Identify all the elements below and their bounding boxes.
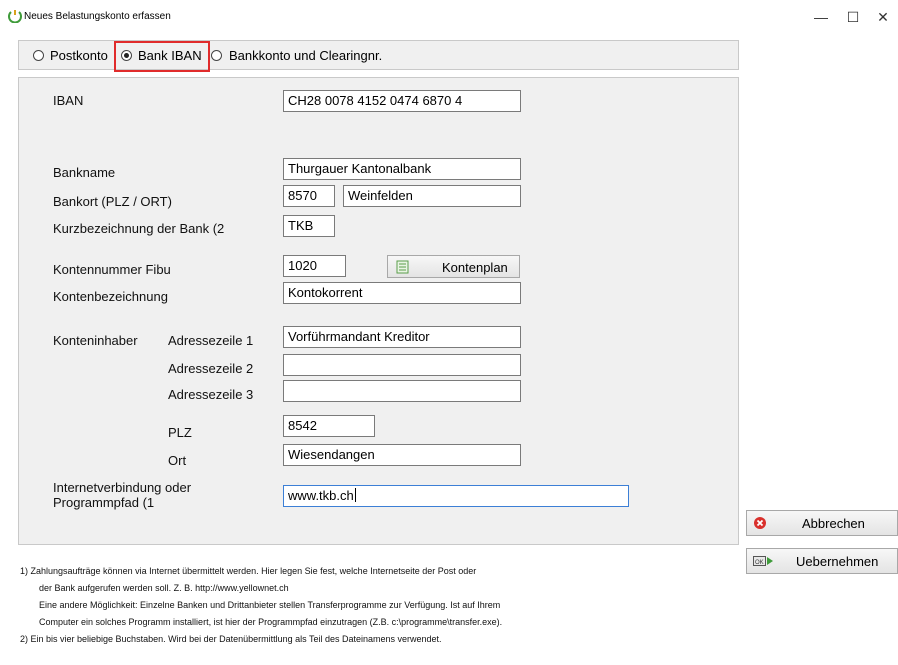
kontenplan-button-label: Kontenplan	[442, 260, 508, 275]
radio-bankkonto-clearing-label[interactable]: Bankkonto und Clearingnr.	[229, 48, 382, 63]
footnote-2: 2) Ein bis vier beliebige Buchstaben. Wi…	[20, 634, 442, 644]
minimize-button[interactable]: —	[803, 6, 839, 28]
kontennummer-label: Kontennummer Fibu	[53, 262, 171, 277]
bankname-label: Bankname	[53, 165, 116, 180]
abbrechen-button-label: Abbrechen	[802, 516, 865, 531]
radio-postkonto-label[interactable]: Postkonto	[50, 48, 108, 63]
kurzbezeichnung-label: Kurzbezeichnung der Bank (2	[53, 221, 225, 236]
adressezeile1-input[interactable]: Vorführmandant Kreditor	[283, 326, 521, 348]
close-button[interactable]: ✕	[865, 6, 898, 28]
kurzbezeichnung-input[interactable]: TKB	[283, 215, 335, 237]
ort-label: Ort	[168, 453, 187, 468]
bankort-label: Bankort (PLZ / ORT)	[53, 194, 172, 209]
ort-input[interactable]: Wiesendangen	[283, 444, 521, 466]
kontennummer-input[interactable]: 1020	[283, 255, 346, 277]
svg-text:OK: OK	[755, 560, 764, 566]
internet-input[interactable]: www.tkb.ch	[283, 485, 629, 507]
konteninhaber-label: Konteninhaber	[53, 333, 138, 348]
radio-bankkonto-clearing[interactable]	[211, 50, 222, 61]
uebernehmen-button-label: Uebernehmen	[796, 554, 879, 569]
bankname-input[interactable]: Thurgauer Kantonalbank	[283, 158, 521, 180]
adressezeile2-input[interactable]	[283, 354, 521, 376]
iban-label: IBAN	[53, 93, 84, 108]
iban-input[interactable]: CH28 0078 4152 0474 6870 4	[283, 90, 521, 112]
bankort-ort-input[interactable]: Weinfelden	[343, 185, 521, 207]
footnote-1-line-2: der Bank aufgerufen werden soll. Z. B. h…	[39, 583, 289, 593]
adressezeile3-label: Adressezeile 3	[168, 387, 254, 402]
kontenplan-icon	[396, 260, 409, 274]
uebernehmen-button[interactable]: OK Uebernehmen	[746, 548, 898, 574]
ok-arrow-icon: OK	[753, 556, 773, 566]
internet-label-line1: Internetverbindung oder	[53, 480, 192, 495]
adressezeile1-label: Adressezeile 1	[168, 333, 254, 348]
footnote-1-line-3: Eine andere Möglichkeit: Einzelne Banken…	[39, 600, 501, 610]
kontenbezeichnung-input[interactable]: Kontokorrent	[283, 282, 521, 304]
adressezeile2-label: Adressezeile 2	[168, 361, 254, 376]
radio-bank-iban[interactable]	[121, 50, 132, 61]
window-title: Neues Belastungskonto erfassen	[24, 11, 171, 22]
footnote-1-line-4: Computer ein solches Programm installier…	[39, 617, 503, 627]
plz-label: PLZ	[168, 425, 192, 440]
adressezeile3-input[interactable]	[283, 380, 521, 402]
radio-bank-iban-label[interactable]: Bank IBAN	[138, 48, 202, 63]
kontenplan-button[interactable]: Kontenplan	[387, 255, 520, 278]
internet-input-value: www.tkb.ch	[288, 488, 354, 503]
radio-postkonto[interactable]	[33, 50, 44, 61]
app-icon	[8, 10, 22, 23]
form-panel	[18, 77, 739, 545]
text-caret	[354, 488, 356, 502]
kontenbezeichnung-label: Kontenbezeichnung	[53, 289, 168, 304]
footnote-1-line-1: 1) Zahlungsaufträge können via Internet …	[20, 566, 477, 576]
internet-label-line2: Programmpfad (1	[53, 495, 155, 510]
abbrechen-button[interactable]: Abbrechen	[746, 510, 898, 536]
bankort-plz-input[interactable]: 8570	[283, 185, 335, 207]
plz-input[interactable]: 8542	[283, 415, 375, 437]
cancel-icon	[754, 517, 766, 529]
